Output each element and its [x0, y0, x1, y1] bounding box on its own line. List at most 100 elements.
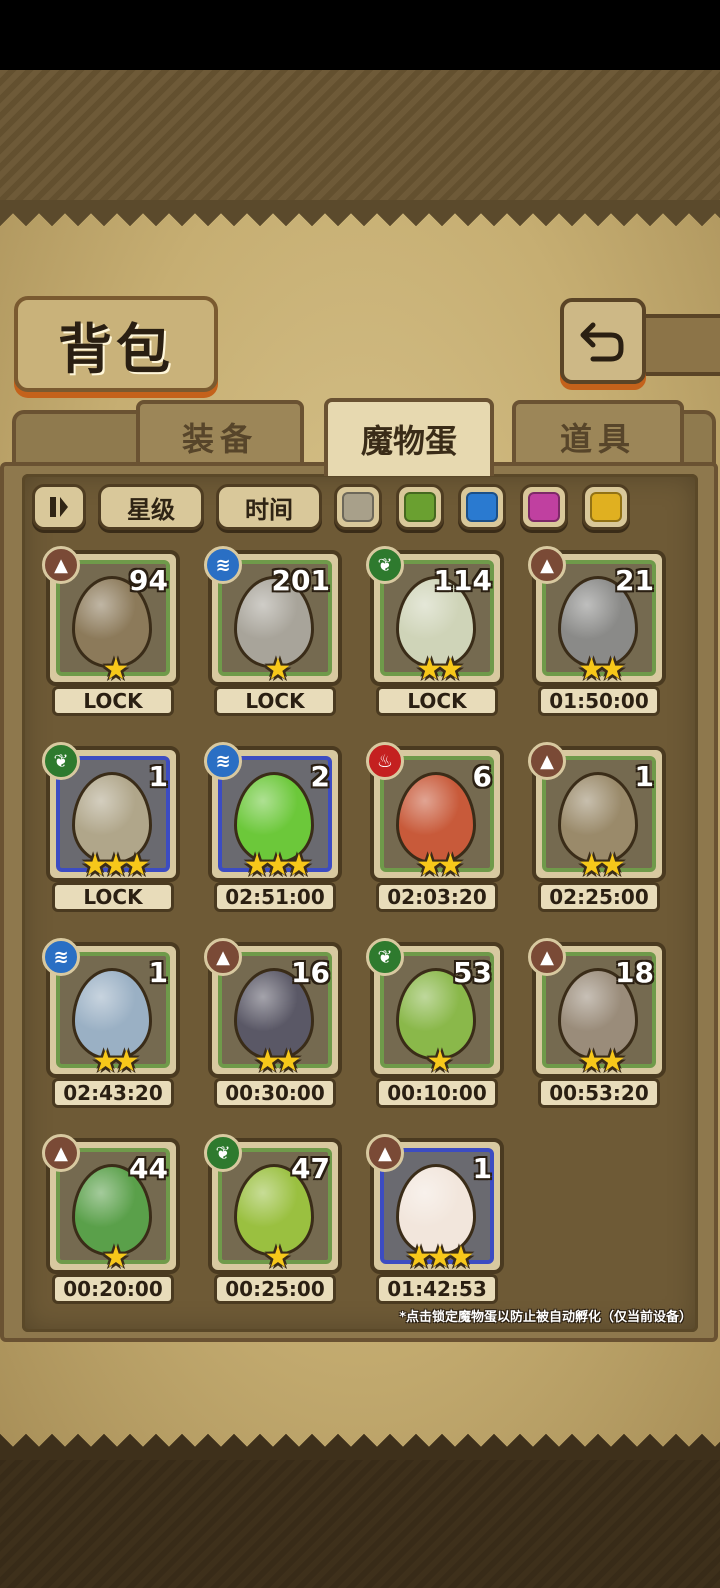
color-filter-blue[interactable]	[458, 484, 506, 530]
color-filter-green[interactable]	[396, 484, 444, 530]
egg-count: 2	[310, 760, 330, 793]
egg-star-rating: ★	[102, 1240, 130, 1275]
egg-count: 1	[472, 1152, 492, 1185]
egg-count: 201	[271, 564, 330, 597]
element-grass-icon: ❦	[42, 742, 80, 780]
egg-card[interactable]: 44 ★ ▲ 00:20:00	[42, 1134, 180, 1304]
egg-count: 1	[634, 760, 654, 793]
egg-card[interactable]: 2 ★★★ ≋ 02:51:00	[204, 742, 342, 912]
color-swatch-gray	[342, 492, 374, 522]
egg-status-label[interactable]: LOCK	[52, 882, 174, 912]
egg-status-label[interactable]: 01:50:00	[538, 686, 660, 716]
egg-status-label[interactable]: 02:43:20	[52, 1078, 174, 1108]
element-earth-icon: ▲	[42, 546, 80, 584]
element-grass-icon: ❦	[204, 1134, 242, 1172]
element-grass-icon: ❦	[366, 546, 404, 584]
back-button-strip	[636, 314, 720, 376]
egg-status-label[interactable]: LOCK	[52, 686, 174, 716]
egg-star-rating: ★	[102, 652, 130, 687]
egg-status-label[interactable]: 00:20:00	[52, 1274, 174, 1304]
tab-equipment[interactable]: 装备	[136, 400, 304, 470]
egg-card[interactable]: 53 ★ ❦ 00:10:00	[366, 938, 504, 1108]
color-swatch-green	[404, 492, 436, 522]
element-grass-icon: ❦	[366, 938, 404, 976]
egg-star-rating: ★★	[578, 652, 626, 687]
egg-card[interactable]: 6 ★★ ♨ 02:03:20	[366, 742, 504, 912]
tab-items-label: 道具	[559, 420, 636, 458]
filter-time-button[interactable]: 时间	[216, 484, 322, 530]
pause-sort-icon	[50, 497, 68, 517]
egg-count: 18	[615, 956, 654, 989]
element-water-icon: ≋	[42, 938, 80, 976]
egg-card[interactable]: 1 ★★ ▲ 02:25:00	[528, 742, 666, 912]
egg-status-label[interactable]: 01:42:53	[376, 1274, 498, 1304]
element-earth-icon: ▲	[528, 742, 566, 780]
egg-star-rating: ★★	[416, 848, 464, 883]
page-title-plate: 背包	[14, 296, 218, 392]
filter-star-button[interactable]: 星级	[98, 484, 204, 530]
zigzag-border-top	[0, 200, 720, 226]
tab-equipment-label: 装备	[181, 420, 258, 458]
tab-bar-edge-left	[12, 410, 144, 470]
lock-hint-footnote: *点击锁定魔物蛋以防止被自动孵化（仅当前设备）	[399, 1310, 692, 1325]
egg-card[interactable]: 47 ★ ❦ 00:25:00	[204, 1134, 342, 1304]
egg-star-rating: ★★★	[81, 848, 151, 883]
egg-star-rating: ★★	[416, 652, 464, 687]
egg-card[interactable]: 1 ★★★ ❦ LOCK	[42, 742, 180, 912]
color-swatch-blue	[466, 492, 498, 522]
egg-status-label[interactable]: 02:25:00	[538, 882, 660, 912]
egg-card[interactable]: 94 ★ ▲ LOCK	[42, 546, 180, 716]
back-arrow-icon	[580, 322, 624, 362]
egg-count: 21	[615, 564, 654, 597]
egg-card[interactable]: 114 ★★ ❦ LOCK	[366, 546, 504, 716]
egg-card[interactable]: 201 ★ ≋ LOCK	[204, 546, 342, 716]
element-water-icon: ≋	[204, 546, 242, 584]
egg-count: 53	[453, 956, 492, 989]
egg-count: 6	[472, 760, 492, 793]
egg-star-rating: ★	[264, 1240, 292, 1275]
element-earth-icon: ▲	[42, 1134, 80, 1172]
egg-status-label[interactable]: LOCK	[376, 686, 498, 716]
egg-status-label[interactable]: 02:51:00	[214, 882, 336, 912]
tab-monster-eggs-label: 魔物蛋	[360, 422, 457, 460]
egg-count: 47	[291, 1152, 330, 1185]
element-water-icon: ≋	[204, 742, 242, 780]
egg-star-rating: ★★★	[243, 848, 313, 883]
back-button[interactable]	[560, 298, 646, 384]
egg-status-label[interactable]: 00:53:20	[538, 1078, 660, 1108]
egg-star-rating: ★★	[578, 1044, 626, 1079]
color-filter-gray[interactable]	[334, 484, 382, 530]
egg-status-label[interactable]: 00:30:00	[214, 1078, 336, 1108]
egg-status-label[interactable]: 00:25:00	[214, 1274, 336, 1304]
egg-star-rating: ★★	[92, 1044, 140, 1079]
color-swatch-pink	[528, 492, 560, 522]
egg-card[interactable]: 21 ★★ ▲ 01:50:00	[528, 546, 666, 716]
egg-count: 94	[129, 564, 168, 597]
egg-card[interactable]: 18 ★★ ▲ 00:53:20	[528, 938, 666, 1108]
color-filter-pink[interactable]	[520, 484, 568, 530]
egg-star-rating: ★★	[254, 1044, 302, 1079]
color-filter-yellow[interactable]	[582, 484, 630, 530]
egg-status-label[interactable]: 00:10:00	[376, 1078, 498, 1108]
status-bar	[0, 0, 720, 70]
element-earth-icon: ▲	[528, 546, 566, 584]
tab-items[interactable]: 道具	[512, 400, 684, 470]
egg-star-rating: ★	[426, 1044, 454, 1079]
zigzag-border-bottom	[0, 1434, 720, 1460]
element-earth-icon: ▲	[366, 1134, 404, 1172]
background-map-top	[0, 70, 720, 220]
egg-count: 1	[148, 956, 168, 989]
egg-star-rating: ★★★	[405, 1240, 475, 1275]
egg-star-rating: ★★	[578, 848, 626, 883]
egg-count: 1	[148, 760, 168, 793]
egg-card[interactable]: 1 ★★ ≋ 02:43:20	[42, 938, 180, 1108]
tab-monster-eggs[interactable]: 魔物蛋	[324, 398, 494, 476]
egg-count: 44	[129, 1152, 168, 1185]
egg-status-label[interactable]: 02:03:20	[376, 882, 498, 912]
sort-toggle-button[interactable]	[32, 484, 86, 530]
egg-card[interactable]: 16 ★★ ▲ 00:30:00	[204, 938, 342, 1108]
egg-card[interactable]: 1 ★★★ ▲ 01:42:53	[366, 1134, 504, 1304]
color-swatch-yellow	[590, 492, 622, 522]
element-fire-icon: ♨	[366, 742, 404, 780]
egg-status-label[interactable]: LOCK	[214, 686, 336, 716]
